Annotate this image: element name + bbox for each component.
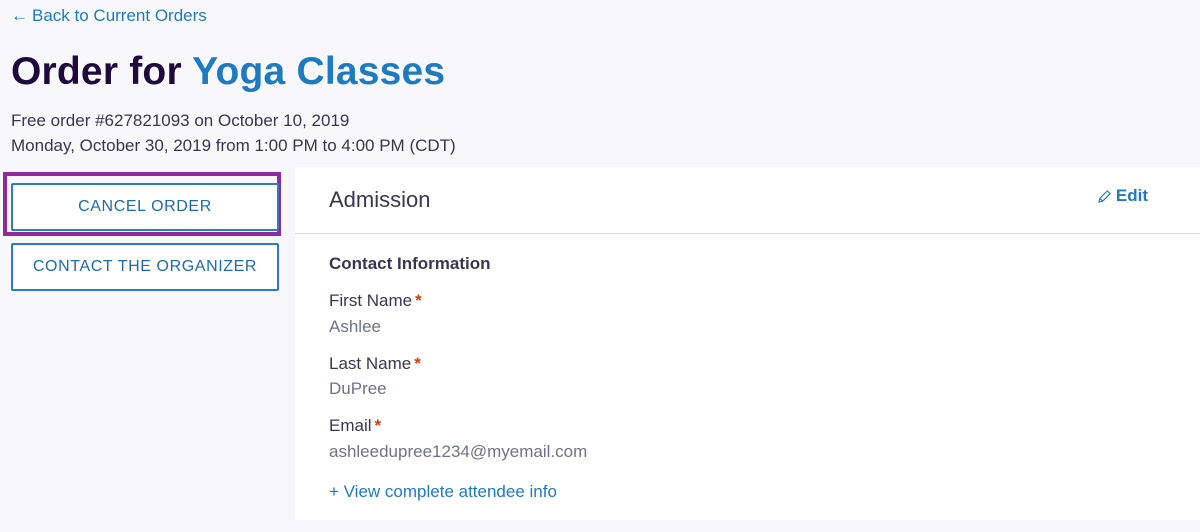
pencil-icon (1098, 189, 1111, 203)
edit-button[interactable]: Edit (1097, 186, 1148, 206)
event-date-line: Monday, October 30, 2019 from 1:00 PM to… (11, 136, 456, 155)
ticket-panel: Admission Edit Contact Information First… (295, 167, 1200, 520)
contact-info-heading: Contact Information (329, 254, 491, 273)
required-marker: * (374, 416, 382, 435)
event-name-link[interactable]: Yoga Classes (192, 50, 445, 93)
email-label: Email * (329, 416, 381, 436)
email-value: ashleedupree1234@myemail.com (329, 442, 588, 461)
edit-label: Edit (1115, 186, 1148, 205)
page-title: Order for Yoga Classes (11, 50, 445, 94)
last-name-value: DuPree (329, 379, 387, 398)
order-number-line: Free order #627821093 on October 10, 201… (11, 111, 350, 130)
view-attendee-info-link[interactable]: + View complete attendee info (329, 482, 557, 502)
order-meta: Free order #627821093 on October 10, 201… (11, 108, 456, 158)
cancel-order-button[interactable]: CANCEL ORDER (11, 183, 279, 231)
last-name-label: Last Name * (329, 354, 421, 374)
ticket-type-title: Admission (329, 187, 431, 212)
arrow-left-icon: ← (11, 6, 28, 25)
ticket-panel-header: Admission Edit (295, 167, 1200, 234)
email-label-text: Email (329, 416, 372, 435)
contact-organizer-button[interactable]: CONTACT THE ORGANIZER (11, 243, 279, 291)
first-name-label-text: First Name (329, 291, 413, 310)
required-marker: * (415, 291, 422, 310)
required-marker: * (414, 354, 421, 373)
last-name-label-text: Last Name (329, 354, 412, 373)
title-prefix: Order for (11, 50, 182, 93)
first-name-value: Ashlee (329, 317, 381, 336)
first-name-label: First Name * (329, 291, 422, 311)
back-link-label: Back to Current Orders (32, 6, 207, 25)
back-to-orders-link[interactable]: ← Back to Current Orders (11, 6, 207, 26)
